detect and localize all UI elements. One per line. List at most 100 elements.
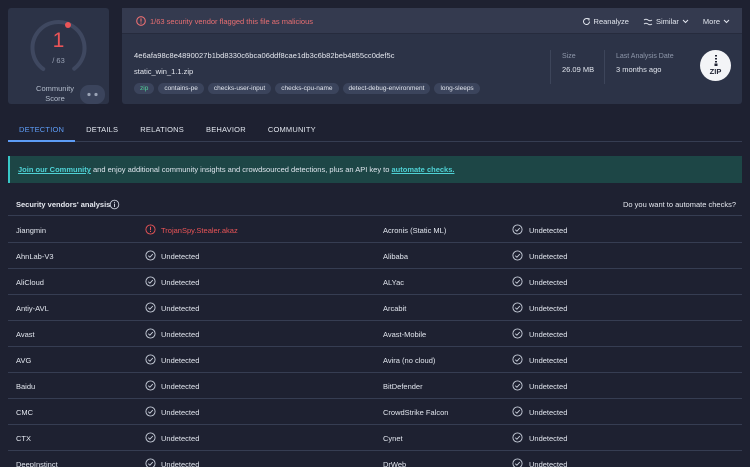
vendor-name: Avast-Mobile [383, 330, 427, 339]
file-hash[interactable]: 4e6afa98c8e4890027b1bd8330c6bca06ddf8cae… [134, 51, 395, 60]
check-circle-icon [145, 354, 156, 365]
vendor-result: Undetected [529, 382, 568, 391]
detection-score-card: 1 / 63 Community Score [8, 8, 109, 104]
check-circle-icon [512, 458, 523, 467]
file-actions: Reanalyze Similar More [582, 17, 730, 26]
file-tags: zip contains-pe checks-user-input checks… [134, 83, 480, 94]
check-circle-icon [145, 302, 156, 313]
vendor-result[interactable]: TrojanSpy.Stealer.akaz [161, 226, 238, 235]
vendor-result: Undetected [529, 304, 568, 313]
tag-chip[interactable]: long-sleeps [434, 83, 480, 94]
table-row: Jiangmin TrojanSpy.Stealer.akaz Acronis (S… [8, 217, 742, 243]
last-analysis-value: 3 months ago [616, 65, 662, 74]
vendor-name: Alibaba [383, 252, 409, 261]
check-circle-icon [512, 380, 523, 391]
table-row: AliCloud Undetected ALYac Undetected [8, 269, 742, 295]
table-row: Baidu Undetected BitDefender Undetected [8, 373, 742, 399]
divider [550, 50, 551, 84]
vendor-name: Cynet [383, 434, 403, 443]
check-circle-icon [145, 432, 156, 443]
info-icon[interactable] [109, 199, 120, 210]
automate-checks-prompt[interactable]: Do you want to automate checks? [623, 200, 736, 209]
tag-chip[interactable]: contains-pe [158, 83, 204, 94]
vendor-result: Undetected [161, 330, 200, 339]
table-row: CMC Undetected CrowdStrike Falcon Undetecte… [8, 399, 742, 425]
zip-file-icon: ZIP [700, 50, 731, 81]
size-label: Size [562, 53, 576, 60]
vendor-result: Undetected [529, 330, 568, 339]
more-dropdown[interactable]: More [703, 17, 730, 26]
size-value: 26.09 MB [562, 65, 595, 74]
check-circle-icon [145, 380, 156, 391]
tag-chip[interactable]: zip [134, 83, 155, 94]
chevron-down-icon [682, 19, 689, 24]
tab-detection[interactable]: DETECTION [8, 116, 76, 142]
vendors-section-title: Security vendors' analysis [16, 200, 111, 209]
table-row: DeepInstinct Undetected DrWeb Undetected [8, 451, 742, 467]
check-circle-icon [145, 458, 156, 467]
tab-behavior[interactable]: BEHAVIOR [195, 116, 257, 142]
divider [604, 50, 605, 84]
vendor-result: Undetected [161, 408, 200, 417]
community-banner: Join our Community and enjoy additional … [8, 156, 742, 183]
community-vote-icon[interactable] [80, 85, 105, 104]
check-circle-icon [512, 250, 523, 261]
vendors-section-header: Security vendors' analysis Do you want t… [8, 196, 742, 216]
report-tabs: DETECTION DETAILS RELATIONS BEHAVIOR COM… [8, 116, 742, 142]
tag-chip[interactable]: checks-user-input [207, 83, 272, 94]
vendor-name: BitDefender [383, 382, 423, 391]
vendor-result: Undetected [529, 356, 568, 365]
vendor-name: Antiy-AVL [16, 304, 49, 313]
check-circle-icon [145, 328, 156, 339]
community-score-label: Community Score [36, 84, 74, 103]
chevron-down-icon [723, 19, 730, 24]
vendor-result: Undetected [161, 460, 200, 467]
vendor-name: Arcabit [383, 304, 407, 313]
vendor-name: CMC [16, 408, 34, 417]
file-summary-card: 1/63 security vendor flagged this file a… [122, 8, 742, 104]
similar-icon [643, 18, 653, 25]
vendor-name: Jiangmin [16, 226, 47, 235]
alert-text: 1/63 security vendor flagged this file a… [150, 17, 314, 26]
check-circle-icon [512, 276, 523, 287]
refresh-icon [582, 17, 590, 25]
vendor-name: DrWeb [383, 460, 407, 467]
check-circle-icon [512, 406, 523, 417]
join-community-link[interactable]: Join our Community [18, 165, 91, 174]
vendor-name: AhnLab-V3 [16, 252, 54, 261]
vendor-results-table: Jiangmin TrojanSpy.Stealer.akaz Acronis (S… [8, 217, 742, 467]
tab-details[interactable]: DETAILS [75, 116, 129, 142]
banner-text: and enjoy additional community insights … [90, 165, 392, 174]
table-row: Antiy-AVL Undetected Arcabit Undetected [8, 295, 742, 321]
vendor-result: Undetected [161, 382, 200, 391]
vendor-result: Undetected [161, 356, 200, 365]
vendor-result: Undetected [529, 278, 568, 287]
vendor-name: Acronis (Static ML) [383, 226, 447, 235]
vendor-name: Baidu [16, 382, 36, 391]
malicious-alert-bar: 1/63 security vendor flagged this file a… [122, 8, 742, 34]
tag-chip[interactable]: detect-debug-environment [342, 83, 431, 94]
file-name: static_win_1.1.zip [134, 67, 194, 76]
reanalyze-button[interactable]: Reanalyze [582, 17, 629, 26]
tag-chip[interactable]: checks-cpu-name [275, 83, 339, 94]
vendor-result: Undetected [161, 278, 200, 287]
tab-community[interactable]: COMMUNITY [257, 116, 327, 142]
table-row: CTX Undetected Cynet Undetected [8, 425, 742, 451]
check-circle-icon [512, 302, 523, 313]
vendor-name: CTX [16, 434, 31, 443]
vendor-result: Undetected [161, 434, 200, 443]
vendor-name: DeepInstinct [16, 460, 58, 467]
similar-dropdown[interactable]: Similar [643, 17, 689, 26]
tab-relations[interactable]: RELATIONS [129, 116, 195, 142]
table-row: AVG Undetected Avira (no cloud) Undetected [8, 347, 742, 373]
vendor-result: Undetected [529, 408, 568, 417]
check-circle-icon [145, 250, 156, 261]
last-analysis-label: Last Analysis Date [616, 53, 674, 60]
vendor-name: AVG [16, 356, 32, 365]
detection-count: 1 [52, 29, 65, 52]
check-circle-icon [512, 328, 523, 339]
vendor-result: Undetected [529, 434, 568, 443]
table-row: AhnLab-V3 Undetected Alibaba Undetected [8, 243, 742, 269]
check-circle-icon [145, 406, 156, 417]
automate-checks-link[interactable]: automate checks. [392, 165, 455, 174]
